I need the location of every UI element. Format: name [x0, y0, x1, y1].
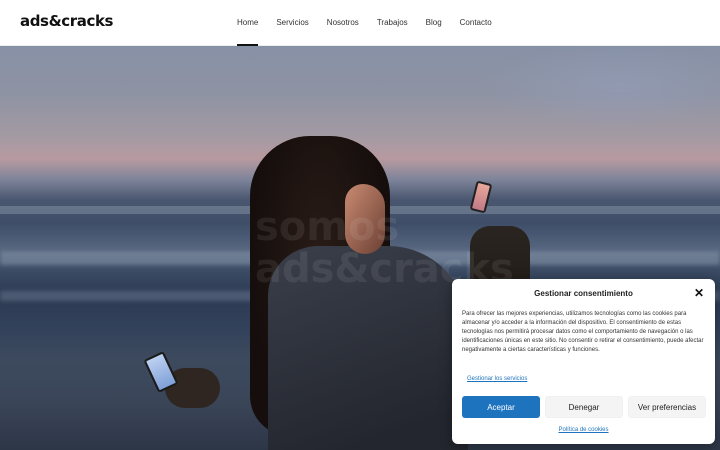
watermark-line: somos — [255, 204, 400, 250]
nav-item-contacto[interactable]: Contacto — [460, 0, 492, 46]
site-logo[interactable]: ads&cracks — [20, 12, 113, 30]
site-header: ads&cracks Home Servicios Nosotros Traba… — [0, 0, 720, 46]
manage-services-link[interactable]: Gestionar los servicios — [467, 376, 527, 382]
close-icon[interactable]: ✕ — [693, 287, 705, 299]
consent-buttons: Aceptar Denegar Ver preferencias — [462, 396, 711, 418]
deny-button[interactable]: Denegar — [545, 396, 623, 418]
consent-body: Para ofrecer las mejores experiencias, u… — [462, 311, 704, 354]
nav-item-servicios[interactable]: Servicios — [276, 0, 308, 46]
view-preferences-button[interactable]: Ver preferencias — [628, 396, 706, 418]
consent-title: Gestionar consentimiento — [534, 289, 633, 298]
nav-item-nosotros[interactable]: Nosotros — [327, 0, 359, 46]
nav-item-home[interactable]: Home — [237, 0, 259, 46]
accept-button[interactable]: Aceptar — [462, 396, 540, 418]
nav-item-blog[interactable]: Blog — [426, 0, 442, 46]
hero-watermark: somos ads&cracks — [255, 206, 514, 290]
cookie-consent-dialog: Gestionar consentimiento ✕ Para ofrecer … — [452, 279, 715, 444]
main-nav: Home Servicios Nosotros Trabajos Blog Co… — [237, 0, 510, 46]
cookie-policy-link[interactable]: Política de cookies — [452, 427, 715, 433]
nav-item-trabajos[interactable]: Trabajos — [377, 0, 408, 46]
